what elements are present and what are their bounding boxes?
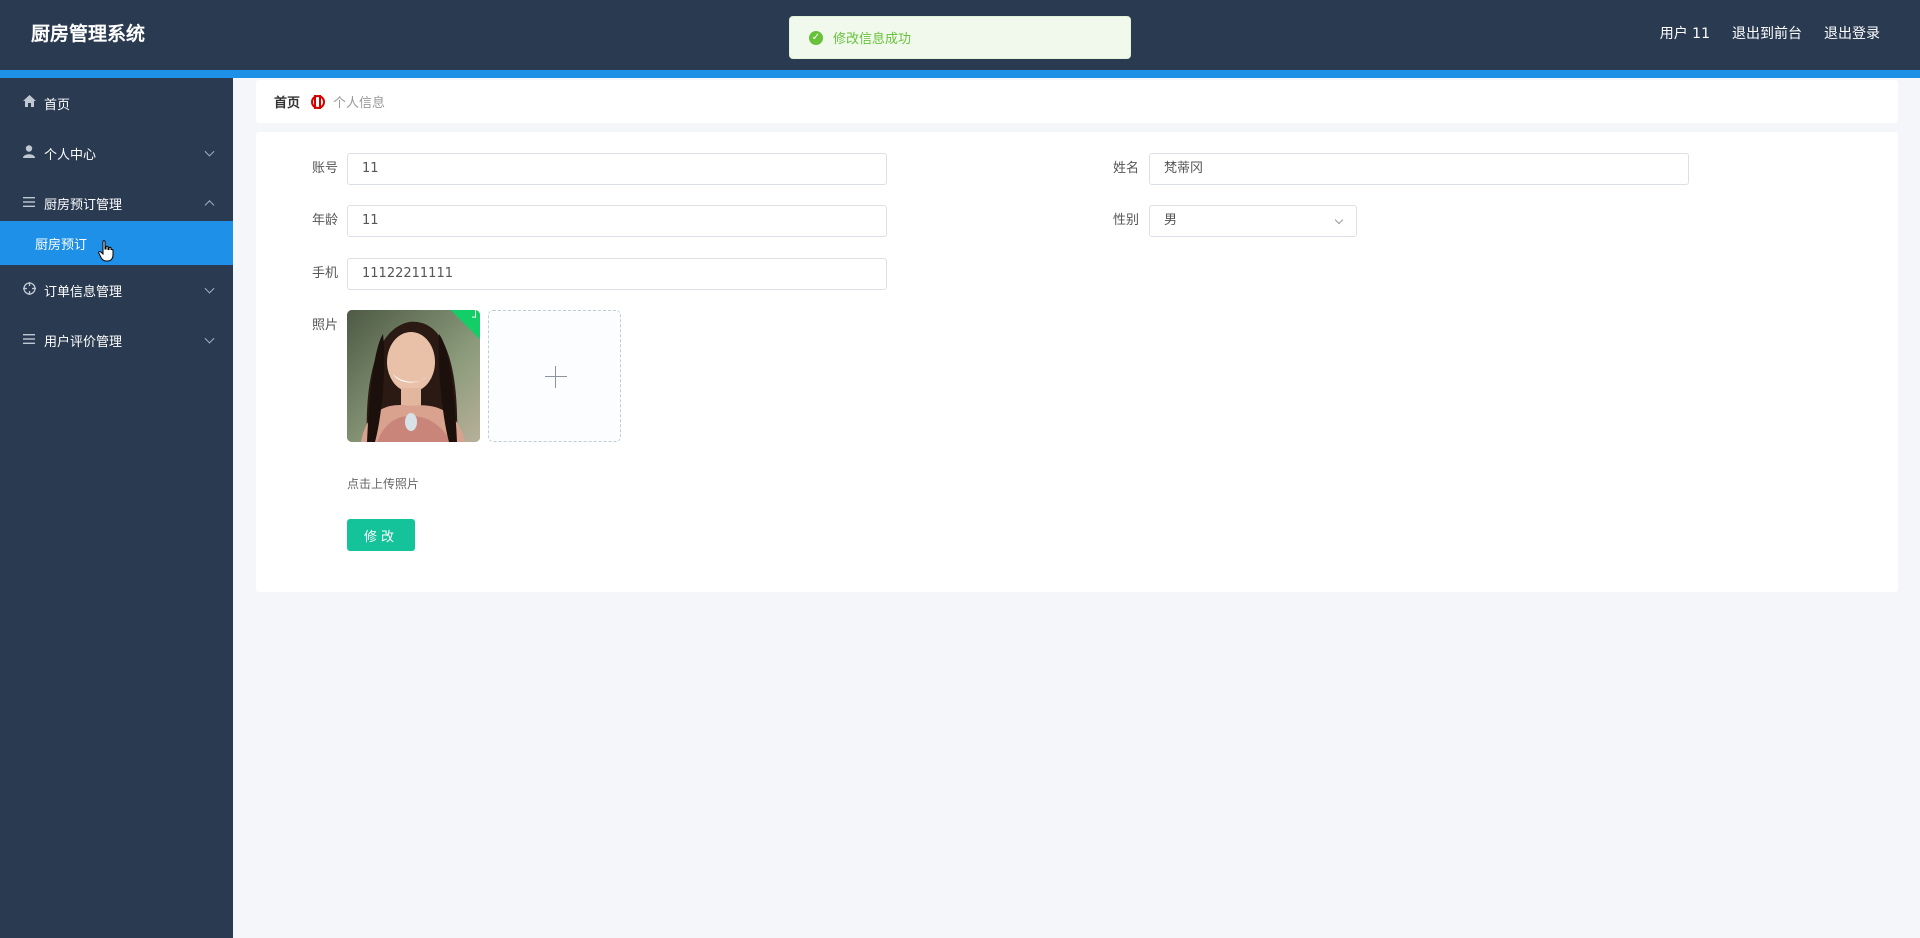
- name-label: 姓名: [1112, 161, 1139, 176]
- home-icon: [21, 95, 37, 111]
- photo-label: 照片: [311, 318, 338, 333]
- plus-icon-vertical: [555, 366, 556, 388]
- back-to-front-link[interactable]: 退出到前台: [1732, 24, 1802, 44]
- sidebar-item-order-mgmt[interactable]: 订单信息管理: [0, 265, 233, 315]
- gender-select-value: 男: [1164, 213, 1178, 228]
- uploaded-photo-thumbnail[interactable]: [347, 310, 480, 442]
- breadcrumb-separator-icon: [309, 94, 327, 110]
- success-check-icon: ✓: [809, 30, 823, 45]
- header-accent-stripe: [0, 70, 1920, 78]
- current-user[interactable]: 用户 11: [1660, 24, 1710, 44]
- logout-link[interactable]: 退出登录: [1824, 24, 1880, 44]
- menu-list-icon: [21, 196, 37, 211]
- upload-hint: 点击上传照片: [347, 477, 420, 491]
- sidebar-item-label: 订单信息管理: [44, 284, 123, 300]
- sidebar-item-label: 首页: [44, 97, 71, 113]
- phone-field[interactable]: 11122211111: [347, 258, 887, 290]
- account-label: 账号: [311, 161, 338, 176]
- success-toast: ✓ 修改信息成功: [789, 16, 1131, 59]
- chevron-down-icon: [204, 146, 215, 157]
- toast-message: 修改信息成功: [833, 32, 912, 47]
- chevron-up-icon: [204, 200, 215, 211]
- plus-icon: [545, 376, 567, 377]
- menu-list-icon: [21, 333, 37, 348]
- hand-cursor-icon: [98, 240, 114, 266]
- user-icon: [21, 144, 37, 162]
- age-field[interactable]: 11: [347, 205, 887, 237]
- sidebar-subitem-label: 厨房预订: [35, 237, 88, 253]
- account-field[interactable]: 11: [347, 153, 887, 185]
- age-label: 年龄: [311, 213, 338, 228]
- sidebar-item-personal-center[interactable]: 个人中心: [0, 128, 233, 178]
- name-field[interactable]: 梵蒂冈: [1149, 153, 1689, 185]
- sidebar-item-label: 厨房预订管理: [44, 197, 123, 213]
- chevron-down-icon: [204, 333, 215, 344]
- sidebar-item-label: 用户评价管理: [44, 334, 123, 350]
- photo-upload-button[interactable]: [488, 310, 621, 442]
- check-icon: [472, 310, 476, 318]
- breadcrumb: 首页 个人信息: [256, 80, 1898, 123]
- target-icon: [21, 281, 37, 299]
- app-title: 厨房管理系统: [31, 23, 146, 45]
- sidebar-subitem-kitchen-booking[interactable]: 厨房预订: [0, 221, 233, 265]
- sidebar-item-home[interactable]: 首页: [0, 78, 233, 128]
- breadcrumb-home[interactable]: 首页: [274, 92, 300, 111]
- chevron-down-icon: [204, 283, 215, 294]
- gender-label: 性别: [1112, 213, 1139, 228]
- sidebar-item-label: 个人中心: [44, 147, 97, 163]
- submit-modify-button[interactable]: 修改: [347, 519, 415, 551]
- sidebar-item-review-mgmt[interactable]: 用户评价管理: [0, 315, 233, 365]
- header-links: 用户 11 退出到前台 退出登录: [1660, 24, 1880, 44]
- chevron-down-icon: [1334, 215, 1344, 225]
- portrait-image: [347, 310, 480, 442]
- gender-select[interactable]: 男: [1149, 205, 1357, 237]
- breadcrumb-current: 个人信息: [333, 96, 386, 111]
- phone-label: 手机: [311, 266, 338, 281]
- sidebar: 首页 个人中心 厨房预订管理 厨房预订 订单信息管理 用户评价管理: [0, 78, 233, 938]
